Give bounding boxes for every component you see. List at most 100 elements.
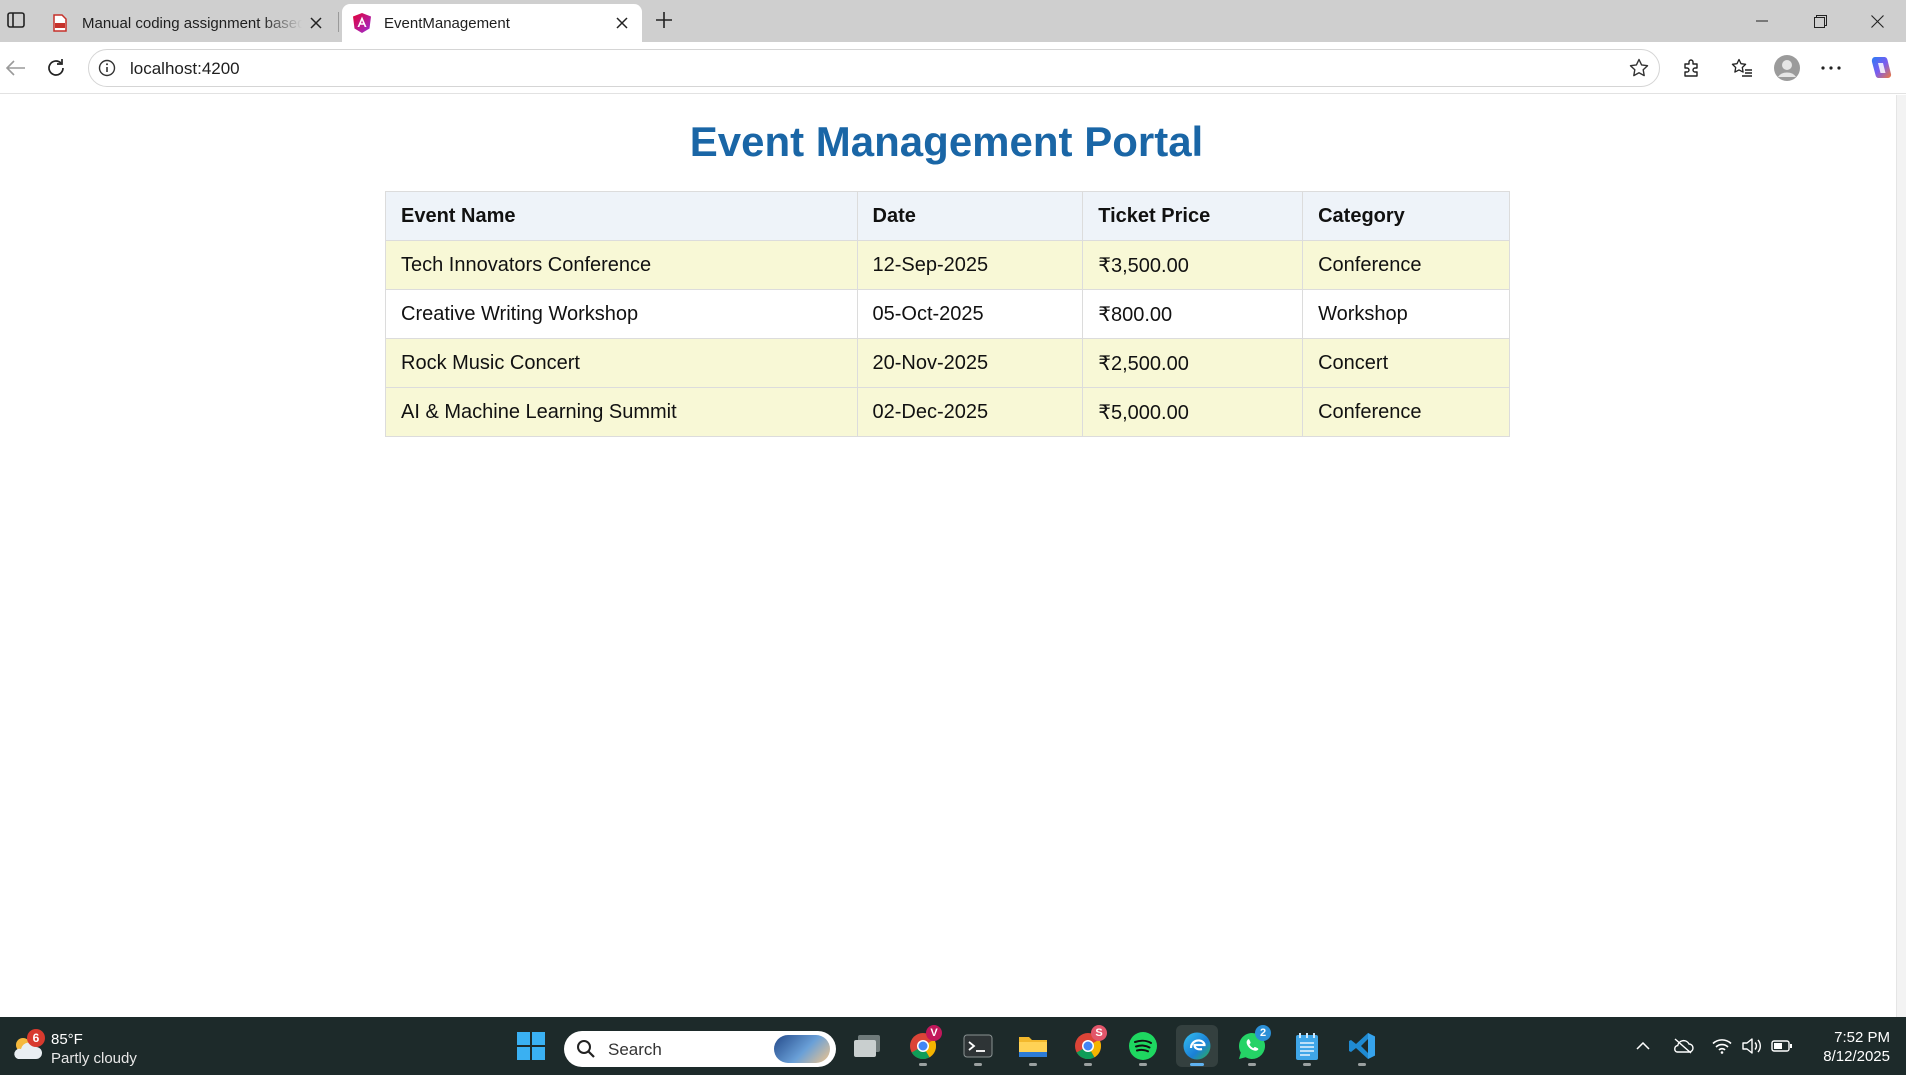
notepad-icon (1296, 1033, 1318, 1060)
tab-eventmanagement[interactable]: EventManagement (342, 4, 642, 42)
system-clock[interactable]: 7:52 PM 8/12/2025 (1800, 1028, 1890, 1066)
taskbar-app-whatsapp[interactable]: 2 (1231, 1025, 1273, 1067)
back-button[interactable] (0, 52, 32, 84)
minimize-button[interactable] (1735, 0, 1789, 42)
running-indicator (1248, 1063, 1256, 1066)
onedrive-tray-button[interactable] (1671, 1035, 1695, 1057)
favorites-list-icon (1731, 58, 1752, 77)
edge-icon (1183, 1032, 1211, 1060)
profile-badge: V (926, 1025, 942, 1041)
back-arrow-icon (6, 60, 25, 76)
column-header-category: Category (1302, 191, 1510, 241)
category-cell: Concert (1302, 338, 1510, 388)
taskbar-app-chrome[interactable]: V (902, 1025, 944, 1067)
taskbar-app-notepad[interactable] (1286, 1025, 1328, 1067)
favorite-star-icon[interactable] (1627, 56, 1651, 80)
weather-condition: Partly cloudy (51, 1050, 137, 1067)
event-name-cell: Rock Music Concert (385, 338, 858, 388)
more-dots-icon (1821, 66, 1841, 70)
avatar (1774, 55, 1800, 81)
angular-icon (352, 13, 372, 33)
ticket-price-cell: ₹5,000.00 (1082, 387, 1304, 437)
date-cell: 12-Sep-2025 (856, 240, 1084, 290)
table-header-row: Event Name Date Ticket Price Category (385, 191, 1510, 241)
start-button[interactable] (510, 1025, 552, 1067)
column-header-event-name: Event Name (385, 191, 858, 241)
search-label: Search (608, 1040, 662, 1059)
ticket-price-cell: ₹3,500.00 (1082, 240, 1304, 290)
tab-manual-coding-assignment[interactable]: Manual coding assignment based on Angula… (40, 4, 336, 42)
speaker-icon (1742, 1038, 1761, 1054)
site-info-icon[interactable] (97, 58, 117, 78)
close-icon (1870, 14, 1884, 28)
windows-taskbar: 6 85°F Partly cloudy Search V S 2 7:52 P… (0, 1017, 1906, 1075)
events-table: Event Name Date Ticket Price Category Te… (385, 191, 1510, 437)
taskbar-app-edge[interactable] (1176, 1025, 1218, 1067)
cloud-offline-icon (1674, 1038, 1694, 1054)
running-indicator (1358, 1063, 1366, 1066)
restore-button[interactable] (1793, 0, 1847, 42)
category-cell: Workshop (1302, 289, 1510, 339)
copilot-button[interactable] (1864, 52, 1896, 84)
pdf-icon (50, 13, 70, 33)
chevron-up-icon (1636, 1042, 1650, 1050)
favorites-button[interactable] (1726, 52, 1758, 84)
tab-title: Manual coding assignment based on Angula… (82, 14, 302, 32)
table-row: Rock Music Concert 20-Nov-2025 ₹2,500.00… (385, 338, 1510, 388)
new-tab-button[interactable] (650, 6, 678, 34)
wifi-icon (1712, 1039, 1732, 1054)
battery-icon (1771, 1040, 1792, 1052)
address-bar[interactable]: localhost:4200 (88, 49, 1660, 87)
reload-button[interactable] (40, 52, 72, 84)
taskbar-search[interactable]: Search (564, 1031, 836, 1067)
tab-title: EventManagement (384, 14, 510, 32)
vscode-icon (1349, 1033, 1375, 1059)
tab-separator (338, 12, 339, 32)
wifi-tray-button[interactable] (1710, 1035, 1734, 1057)
taskbar-app-vscode[interactable] (1341, 1025, 1383, 1067)
running-indicator (974, 1063, 982, 1066)
date-cell: 02-Dec-2025 (856, 387, 1084, 437)
battery-tray-button[interactable] (1770, 1035, 1794, 1057)
taskbar-app-task-view[interactable] (846, 1025, 888, 1067)
show-hidden-icons-button[interactable] (1631, 1035, 1655, 1057)
column-header-date: Date (856, 191, 1084, 241)
date-cell: 05-Oct-2025 (856, 289, 1084, 339)
profile-button[interactable] (1771, 52, 1803, 84)
page-title: Event Management Portal (689, 118, 1204, 165)
extensions-button[interactable] (1676, 52, 1708, 84)
weather-alert-badge: 6 (27, 1029, 45, 1047)
tab-actions-button[interactable] (2, 6, 30, 34)
event-name-cell: Tech Innovators Conference (385, 240, 858, 290)
reload-icon (48, 59, 64, 76)
category-cell: Conference (1302, 387, 1510, 437)
more-menu-button[interactable] (1815, 52, 1847, 84)
plus-icon (656, 12, 672, 28)
notification-badge: 2 (1255, 1025, 1271, 1041)
volume-tray-button[interactable] (1740, 1035, 1764, 1057)
puzzle-icon (1684, 59, 1698, 77)
close-window-button[interactable] (1850, 0, 1904, 42)
table-row: AI & Machine Learning Summit 02-Dec-2025… (385, 387, 1510, 437)
browser-toolbar: localhost:4200 (0, 42, 1906, 94)
weather-widget[interactable]: 6 85°F Partly cloudy (8, 1027, 158, 1067)
spotify-icon (1129, 1032, 1157, 1060)
url-text: localhost:4200 (130, 59, 240, 78)
profile-badge: S (1091, 1025, 1107, 1041)
minimize-icon (1756, 20, 1768, 22)
folder-icon (1019, 1037, 1047, 1057)
taskbar-app-chrome-profile[interactable]: S (1067, 1025, 1109, 1067)
weather-temperature: 85°F (51, 1031, 83, 1048)
taskbar-app-terminal[interactable] (957, 1025, 999, 1067)
taskbar-app-file-explorer[interactable] (1012, 1025, 1054, 1067)
running-indicator (919, 1063, 927, 1066)
copilot-icon (1871, 57, 1892, 78)
window-scroll-gutter (1896, 95, 1906, 1017)
taskbar-app-spotify[interactable] (1122, 1025, 1164, 1067)
close-tab-icon[interactable] (608, 9, 636, 37)
ticket-price-cell: ₹2,500.00 (1082, 338, 1304, 388)
clock-date: 8/12/2025 (1823, 1048, 1890, 1065)
column-header-ticket-price: Ticket Price (1082, 191, 1304, 241)
close-tab-icon[interactable] (302, 9, 330, 37)
ticket-price-cell: ₹800.00 (1082, 289, 1304, 339)
